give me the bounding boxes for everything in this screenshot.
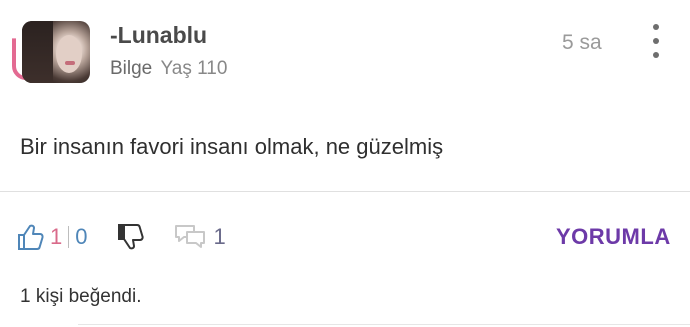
avatar-image [22,21,90,83]
thumbs-up-icon[interactable] [16,222,46,252]
likes-summary[interactable]: 1 kişi beğendi. [20,286,141,308]
post-time: 5 sa [562,31,602,54]
count-separator [68,226,70,248]
action-bar: 1 0 1 [16,220,226,254]
more-options-icon[interactable] [649,24,663,58]
comment-count: 1 [213,224,226,249]
comment-bubbles-icon[interactable] [174,223,206,251]
divider [78,324,690,325]
divider [0,191,690,192]
user-badge: Bilge [110,58,153,79]
dislike-count: 0 [75,224,88,249]
avatar[interactable] [12,16,90,88]
thumbs-down-icon[interactable] [116,222,146,252]
post-message: Bir insanın favori insanı olmak, ne güze… [20,134,444,159]
user-age: Yaş 110 [160,58,228,79]
username[interactable]: -Lunablu [110,22,207,49]
like-count: 1 [50,224,63,249]
reply-button[interactable]: YORUMLA [556,224,671,250]
user-meta: Bilge Yaş 110 [110,58,227,80]
